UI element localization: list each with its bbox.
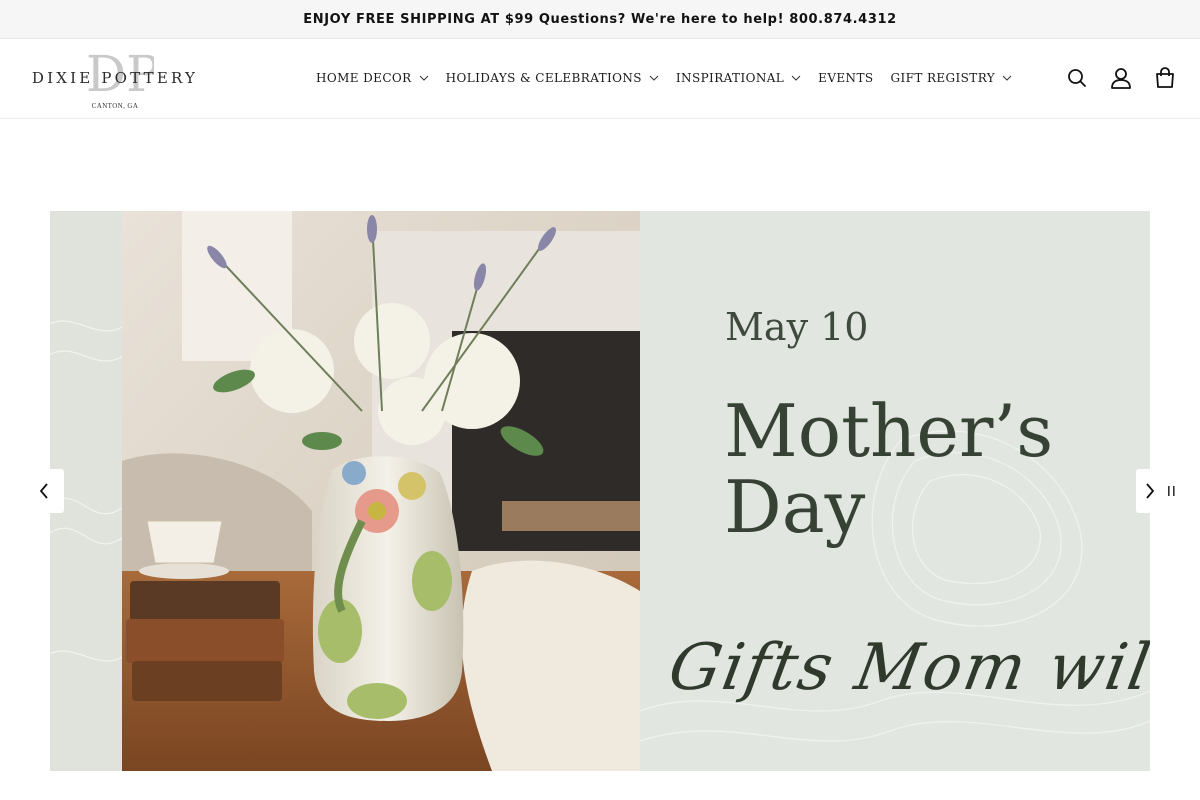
hero-text-panel: May 10 Mother’s Day Gifts Mom will l <box>640 211 1150 771</box>
account-icon <box>1111 68 1131 89</box>
account-button[interactable] <box>1108 65 1134 91</box>
cart-button[interactable] <box>1152 65 1178 91</box>
hero-title-line1: Mother’s <box>724 389 1054 473</box>
main-nav: HOME DECOR HOLIDAYS & CELEBRATIONS INSPI… <box>316 39 1029 117</box>
nav-item-inspirational[interactable]: INSPIRATIONAL <box>676 71 801 85</box>
vase-photo-image <box>122 211 640 771</box>
hero-script-text: Gifts Mom will l <box>663 631 1150 705</box>
logo-name: DIXIE POTTERY <box>31 69 199 87</box>
pause-icon <box>1168 486 1175 496</box>
nav-item-label: HOLIDAYS & CELEBRATIONS <box>445 71 642 85</box>
search-button[interactable] <box>1064 65 1090 91</box>
nav-item-label: INSPIRATIONAL <box>675 71 785 85</box>
announcement-text: ENJOY FREE SHIPPING AT $99 Questions? We… <box>303 11 897 27</box>
nav-item-label: GIFT REGISTRY <box>890 71 996 85</box>
slide-pause-button[interactable] <box>1160 479 1184 503</box>
search-icon <box>1068 69 1086 87</box>
nav-item-label: HOME DECOR <box>316 71 412 85</box>
nav-item-gift-registry[interactable]: GIFT REGISTRY <box>890 71 1012 85</box>
nav-item-label: EVENTS <box>818 71 874 85</box>
chevron-down-icon <box>791 75 801 81</box>
logo-location: CANTON, GA <box>91 102 139 110</box>
hero-title: Mother’s Day <box>724 393 1053 545</box>
chevron-down-icon <box>649 75 659 81</box>
announcement-bar: ENJOY FREE SHIPPING AT $99 Questions? We… <box>0 0 1200 39</box>
cart-icon <box>1156 67 1174 88</box>
site-logo[interactable]: DP DIXIE POTTERY CANTON, GA <box>18 45 212 113</box>
nav-item-home-decor[interactable]: HOME DECOR <box>316 71 429 85</box>
hero-title-line2: Day <box>724 465 866 549</box>
hero-slide[interactable]: May 10 Mother’s Day Gifts Mom will l <box>50 211 1150 771</box>
chevron-down-icon <box>1002 75 1012 81</box>
chevron-down-icon <box>419 75 428 81</box>
chevron-left-icon <box>39 483 48 499</box>
nav-item-holidays-celebrations[interactable]: HOLIDAYS & CELEBRATIONS <box>446 71 659 85</box>
slide-prev-button[interactable] <box>24 469 64 513</box>
chevron-right-icon <box>1146 483 1155 499</box>
hero-photo <box>122 211 640 771</box>
nav-item-events[interactable]: EVENTS <box>818 71 873 85</box>
hero-date: May 10 <box>725 305 869 349</box>
site-header: DP DIXIE POTTERY CANTON, GA HOME DECOR H… <box>0 39 1200 119</box>
header-icons <box>1046 65 1178 91</box>
